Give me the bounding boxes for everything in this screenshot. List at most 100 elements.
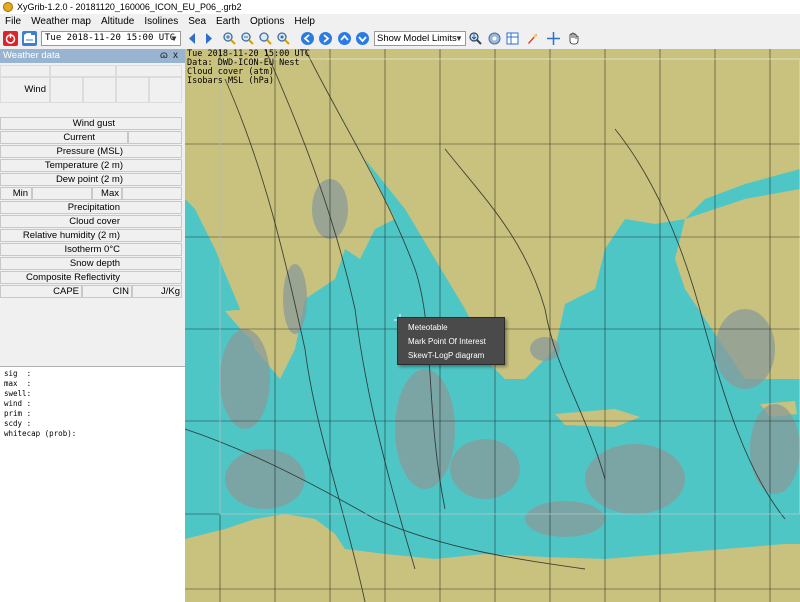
current-label: Current bbox=[63, 132, 95, 143]
wind-value-2 bbox=[83, 77, 116, 103]
wind-top-cell-1 bbox=[0, 65, 50, 77]
cloud-cover-label: Cloud cover bbox=[69, 216, 120, 227]
precipitation-row: Precipitation bbox=[0, 201, 182, 214]
current-value bbox=[128, 131, 182, 144]
cloud-cover-row: Cloud cover bbox=[0, 215, 182, 228]
pressure-label: Pressure (MSL) bbox=[56, 146, 123, 157]
zoom-all-icon[interactable] bbox=[276, 31, 291, 46]
menu-weather-map[interactable]: Weather map bbox=[26, 16, 96, 27]
menu-isolines[interactable]: Isolines bbox=[139, 16, 183, 27]
dew-point-row: Dew point (2 m) bbox=[0, 173, 182, 186]
date-select[interactable]: Tue 2018-11-20 15:00 UTC ▼ bbox=[41, 31, 181, 46]
rocket-icon[interactable] bbox=[525, 31, 540, 46]
wind-value-3 bbox=[116, 77, 149, 103]
menu-bar: File Weather map Altitude Isolines Sea E… bbox=[0, 14, 800, 29]
panel-title-label: Weather data bbox=[3, 50, 60, 61]
cin-row: CIN bbox=[82, 285, 132, 298]
cin-label: CIN bbox=[112, 286, 129, 297]
window-title: XyGrib-1.2.0 - 20181120_160006_ICON_EU_P… bbox=[17, 2, 242, 12]
settings-icon[interactable] bbox=[487, 31, 502, 46]
current-row: Current bbox=[0, 131, 128, 144]
composite-reflectivity-label: Composite Reflectivity bbox=[26, 272, 120, 283]
download-icon[interactable] bbox=[468, 31, 483, 46]
menu-earth[interactable]: Earth bbox=[211, 16, 245, 27]
wind-value-1 bbox=[50, 77, 83, 103]
weather-data-panel: Weather data ɷ x Wind Wind gust Current … bbox=[0, 49, 185, 602]
composite-reflectivity-row: Composite Reflectivity bbox=[0, 271, 182, 284]
wind-value-4 bbox=[149, 77, 182, 103]
context-menu-mark-poi[interactable]: Mark Point Of Interest bbox=[408, 337, 486, 346]
cape-label: CAPE bbox=[53, 286, 79, 297]
isotherm-label: Isotherm 0°C bbox=[64, 244, 120, 255]
wave-line-swell: swell: bbox=[4, 389, 32, 398]
temperature-row: Temperature (2 m) bbox=[0, 159, 182, 172]
context-menu-meteotable[interactable]: Meteotable bbox=[408, 323, 448, 332]
pressure-row: Pressure (MSL) bbox=[0, 145, 182, 158]
zoom-out-icon[interactable] bbox=[240, 31, 255, 46]
isotherm-row: Isotherm 0°C bbox=[0, 243, 182, 256]
model-limits-value: Show Model Limits bbox=[377, 33, 457, 44]
wind-row: Wind bbox=[0, 77, 50, 103]
wave-line-max: max : bbox=[4, 379, 32, 388]
wind-top-cell-3 bbox=[116, 65, 182, 77]
temperature-label: Temperature (2 m) bbox=[44, 160, 123, 171]
arrow-up-icon[interactable] bbox=[337, 31, 352, 46]
chevron-down-icon: ▼ bbox=[455, 34, 463, 43]
weather-data-panel-title: Weather data ɷ x bbox=[0, 49, 185, 63]
map-context-menu: Meteotable Mark Point Of Interest SkewT-… bbox=[397, 317, 505, 365]
wind-gust-label: Wind gust bbox=[72, 118, 115, 129]
model-limits-select[interactable]: Show Model Limits ▼ bbox=[374, 31, 466, 46]
cape-row: CAPE bbox=[0, 285, 82, 298]
zoom-selection-icon[interactable] bbox=[258, 31, 273, 46]
toolbar: Tue 2018-11-20 15:00 UTC ▼ Show Model Li… bbox=[0, 29, 800, 50]
relative-humidity-row: Relative humidity (2 m) bbox=[0, 229, 182, 242]
crosshair-icon[interactable] bbox=[546, 31, 561, 46]
arrow-left-icon[interactable] bbox=[300, 31, 315, 46]
max-row: Max bbox=[92, 187, 122, 200]
min-value bbox=[32, 187, 92, 200]
wave-line-wind: wind : bbox=[4, 399, 32, 408]
next-icon[interactable] bbox=[201, 31, 216, 46]
wave-line-sig: sig : bbox=[4, 369, 32, 378]
power-icon[interactable] bbox=[3, 31, 18, 46]
menu-file[interactable]: File bbox=[0, 16, 26, 27]
zoom-in-icon[interactable] bbox=[222, 31, 237, 46]
wave-line-scdy: scdy : bbox=[4, 419, 32, 428]
hand-icon[interactable] bbox=[566, 31, 581, 46]
wind-gust-row: Wind gust bbox=[0, 117, 182, 130]
wave-info-text[interactable]: sig : max : swell: wind : prim : scdy : … bbox=[0, 366, 185, 602]
prev-icon[interactable] bbox=[185, 31, 200, 46]
date-select-value: Tue 2018-11-20 15:00 UTC bbox=[45, 33, 176, 43]
menu-sea[interactable]: Sea bbox=[183, 16, 211, 27]
dew-point-label: Dew point (2 m) bbox=[55, 174, 123, 185]
snow-depth-label: Snow depth bbox=[69, 258, 120, 269]
menu-options[interactable]: Options bbox=[245, 16, 289, 27]
map-legend: Tue 2018-11-20 15:00 UTC Data: DWD-ICON-… bbox=[187, 50, 310, 86]
precipitation-label: Precipitation bbox=[67, 202, 120, 213]
min-row: Min bbox=[0, 187, 32, 200]
wave-line-whitecap: whitecap (prob): bbox=[4, 429, 77, 438]
menu-altitude[interactable]: Altitude bbox=[96, 16, 139, 27]
float-icon[interactable]: ɷ bbox=[160, 50, 168, 61]
map-legend-isobars: Isobars MSL (hPa) bbox=[187, 76, 274, 86]
app-icon bbox=[3, 2, 13, 12]
open-file-icon[interactable] bbox=[22, 31, 37, 46]
max-value bbox=[122, 187, 182, 200]
context-menu-skewt[interactable]: SkewT-LogP diagram bbox=[408, 351, 484, 360]
arrow-down-icon[interactable] bbox=[355, 31, 370, 46]
max-label: Max bbox=[101, 188, 119, 199]
title-bar: XyGrib-1.2.0 - 20181120_160006_ICON_EU_P… bbox=[0, 0, 800, 14]
menu-help[interactable]: Help bbox=[289, 16, 320, 27]
min-label: Min bbox=[12, 188, 28, 199]
weather-data-grid: Wind Wind gust Current Pressure (MSL) Te… bbox=[0, 63, 185, 335]
cape-unit-cell: J/Kg bbox=[132, 285, 182, 298]
wind-label: Wind bbox=[24, 84, 46, 95]
arrow-right-icon[interactable] bbox=[318, 31, 333, 46]
cape-unit-label: J/Kg bbox=[160, 286, 180, 297]
chevron-down-icon: ▼ bbox=[171, 34, 177, 43]
snow-depth-row: Snow depth bbox=[0, 257, 182, 270]
wave-line-prim: prim : bbox=[4, 409, 32, 418]
wind-top-cell-2 bbox=[50, 65, 116, 77]
close-icon[interactable]: x bbox=[173, 50, 178, 61]
meteotable-icon[interactable] bbox=[505, 31, 520, 46]
